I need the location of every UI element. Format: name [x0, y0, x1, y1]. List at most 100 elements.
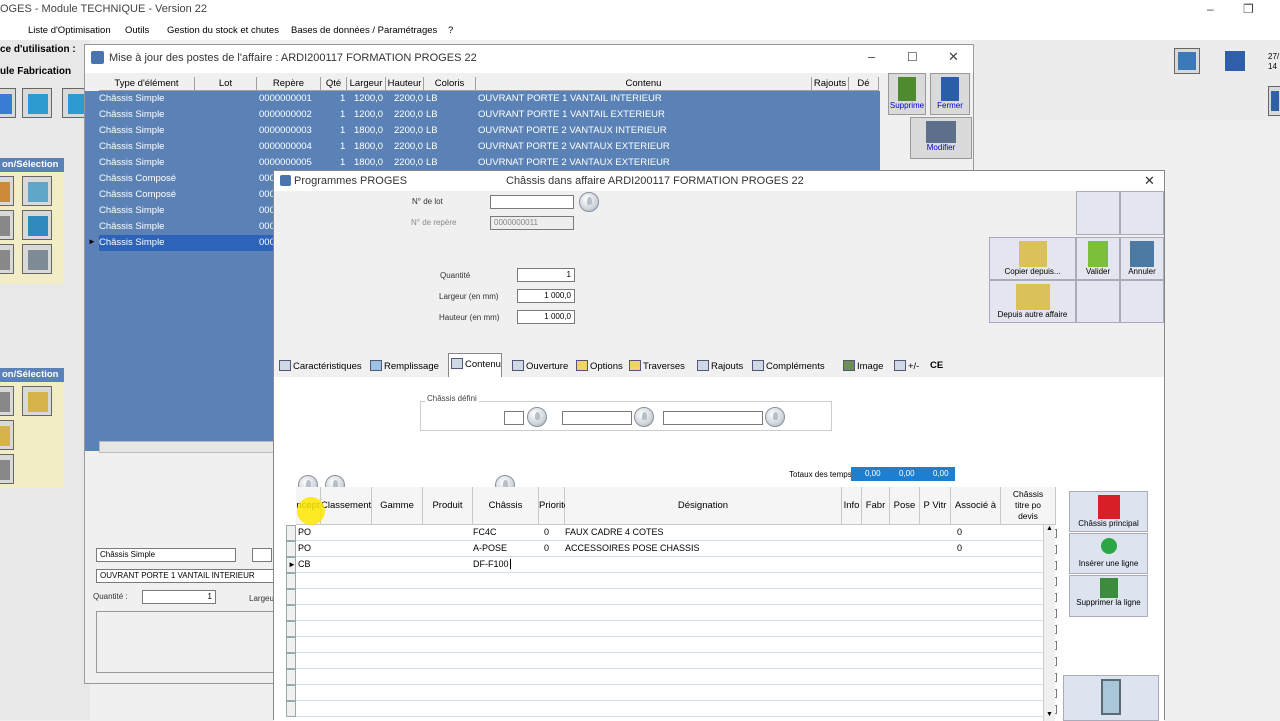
- list-row[interactable]: Châssis Simple 0000000004 1 1800,0 2200,…: [99, 139, 880, 155]
- select-icon-8[interactable]: [0, 420, 14, 450]
- tab-complements[interactable]: Compléments: [752, 356, 825, 376]
- list-row[interactable]: Châssis Simple 0000000001 1 1200,0 2200,…: [99, 91, 880, 107]
- grid-header-chassis-titre[interactable]: Châssis titre po devis: [1001, 487, 1056, 525]
- row-indicator[interactable]: [286, 621, 296, 637]
- detail-extra-field[interactable]: [252, 548, 272, 562]
- col-header-type[interactable]: Type d'élément: [99, 77, 195, 91]
- col-header-qte[interactable]: Qté: [321, 77, 347, 91]
- col-header-de[interactable]: Dé: [849, 77, 879, 91]
- select-icon-9[interactable]: [0, 454, 14, 484]
- empty-button-1[interactable]: [1076, 191, 1120, 235]
- cell-concept[interactable]: PO: [298, 543, 311, 553]
- inserer-ligne-button[interactable]: Insérer une ligne: [1069, 533, 1148, 574]
- menu-liste-optimisation[interactable]: Liste d'Optimisation: [28, 25, 111, 36]
- col-header-rajouts[interactable]: Rajouts: [812, 77, 849, 91]
- row-indicator[interactable]: [286, 653, 296, 669]
- select-icon-2[interactable]: [22, 176, 52, 206]
- app-icon-1[interactable]: [1174, 48, 1200, 74]
- cell-associe[interactable]: 0: [957, 543, 962, 553]
- restore-icon[interactable]: ❐: [1243, 2, 1254, 16]
- tab-remplissage[interactable]: Remplissage: [370, 356, 439, 376]
- horizontal-scrollbar[interactable]: [99, 441, 275, 453]
- cell-priorite[interactable]: 0: [544, 527, 549, 537]
- grid-header-associe[interactable]: Associé à: [951, 487, 1001, 525]
- supprimer-ligne-button[interactable]: Supprimer la ligne: [1069, 575, 1148, 617]
- supprime-button[interactable]: Supprime: [888, 73, 926, 115]
- col-header-hauteur[interactable]: Hauteur: [386, 77, 424, 91]
- close-icon[interactable]: ✕: [948, 49, 959, 65]
- detail-contenu-field[interactable]: OUVRANT PORTE 1 VANTAIL INTERIEUR: [96, 569, 276, 583]
- scroll-up-icon[interactable]: ▲: [1046, 525, 1053, 532]
- select-icon-5[interactable]: [0, 244, 14, 274]
- grid-header-produit[interactable]: Produit: [423, 487, 473, 525]
- chassis-defini-lookup-2[interactable]: [634, 407, 654, 427]
- menu-gestion-stock[interactable]: Gestion du stock et chutes: [167, 25, 279, 36]
- menu-outils[interactable]: Outils: [125, 25, 149, 36]
- grid-header-gamme[interactable]: Gamme: [372, 487, 423, 525]
- tab-ouverture[interactable]: Ouverture: [512, 356, 568, 376]
- window-view-button[interactable]: [1063, 675, 1159, 721]
- lot-input[interactable]: [490, 195, 574, 209]
- annuler-button[interactable]: Annuler: [1120, 237, 1164, 280]
- grid-vertical-scrollbar[interactable]: ▲ ▼: [1043, 525, 1055, 721]
- list-row-selected[interactable]: Châssis Simple 000: [99, 235, 279, 251]
- row-indicator[interactable]: [286, 637, 296, 653]
- cell-designation[interactable]: FAUX CADRE 4 COTES: [565, 527, 664, 537]
- row-indicator[interactable]: [286, 541, 296, 557]
- col-header-repere[interactable]: Repère: [257, 77, 321, 91]
- cell-chassis[interactable]: FC4C: [473, 527, 497, 537]
- cell-priorite[interactable]: 0: [544, 543, 549, 553]
- tab-image[interactable]: Image: [843, 356, 883, 376]
- tab-ce[interactable]: CE: [930, 356, 943, 376]
- folder-icon[interactable]: [22, 386, 52, 416]
- detail-notes-area[interactable]: [96, 611, 276, 673]
- depuis-autre-affaire-button[interactable]: Depuis autre affaire: [989, 280, 1076, 323]
- select-icon-3[interactable]: [0, 210, 14, 240]
- detail-type-field[interactable]: Châssis Simple: [96, 548, 236, 562]
- chassis-defini-lookup-1[interactable]: [527, 407, 547, 427]
- grid-header-classement[interactable]: Classement: [321, 487, 372, 525]
- list-row[interactable]: Châssis Composé 000: [99, 171, 279, 187]
- select-icon-4[interactable]: [22, 210, 52, 240]
- col-header-contenu[interactable]: Contenu: [476, 77, 812, 91]
- cell-concept[interactable]: CB: [298, 559, 311, 569]
- chassis-defini-input-3[interactable]: [663, 411, 763, 425]
- tab-traverses[interactable]: Traverses: [629, 356, 685, 376]
- empty-button-4[interactable]: [1120, 280, 1164, 323]
- hauteur-input[interactable]: 1 000,0: [517, 310, 575, 324]
- chassis-defini-input-2[interactable]: [562, 411, 632, 425]
- tab-rajouts[interactable]: Rajouts: [697, 356, 743, 376]
- cell-chassis[interactable]: A-POSE: [473, 543, 507, 553]
- col-header-coloris[interactable]: Coloris: [424, 77, 476, 91]
- grid-row-editing[interactable]: CB DF-F100: [296, 557, 1046, 573]
- grid-header-designation[interactable]: Désignation: [565, 487, 842, 525]
- list-row[interactable]: Châssis Composé 000: [99, 187, 279, 203]
- list-row[interactable]: Châssis Simple 0000000005 1 1800,0 2200,…: [99, 155, 880, 171]
- copier-depuis-button[interactable]: Copier depuis...: [989, 237, 1076, 280]
- minimize-icon[interactable]: –: [868, 49, 875, 64]
- cell-chassis-editing[interactable]: DF-F100: [473, 559, 511, 569]
- tab-contenu[interactable]: Contenu: [448, 353, 502, 377]
- close-icon[interactable]: ✕: [1144, 173, 1155, 189]
- modifier-button[interactable]: Modifier: [910, 117, 972, 159]
- col-header-lot[interactable]: Lot: [195, 77, 257, 91]
- fermer-button[interactable]: Fermer: [930, 73, 970, 115]
- menu-help[interactable]: ?: [448, 25, 453, 36]
- grid-header-info[interactable]: Info: [842, 487, 862, 525]
- row-indicator[interactable]: [286, 525, 296, 541]
- select-icon-6[interactable]: [22, 244, 52, 274]
- valider-button[interactable]: Valider: [1076, 237, 1120, 280]
- col-header-largeur[interactable]: Largeur: [347, 77, 386, 91]
- quantite-input[interactable]: 1: [517, 268, 575, 282]
- app-icon-2[interactable]: [1268, 86, 1280, 116]
- grid-header-pvitr[interactable]: P Vitr: [920, 487, 951, 525]
- row-indicator[interactable]: [286, 605, 296, 621]
- select-icon-7[interactable]: [0, 386, 14, 416]
- menu-bases-donnees[interactable]: Bases de données / Paramétrages: [291, 25, 437, 36]
- list-row[interactable]: Châssis Simple 0000000003 1 1800,0 2200,…: [99, 123, 880, 139]
- list-row[interactable]: Châssis Simple 0000000002 1 1200,0 2200,…: [99, 107, 880, 123]
- list-row[interactable]: Châssis Simple 000: [99, 203, 279, 219]
- select-icon-1[interactable]: [0, 176, 14, 206]
- cell-concept[interactable]: PO: [298, 527, 311, 537]
- row-indicator[interactable]: [286, 573, 296, 589]
